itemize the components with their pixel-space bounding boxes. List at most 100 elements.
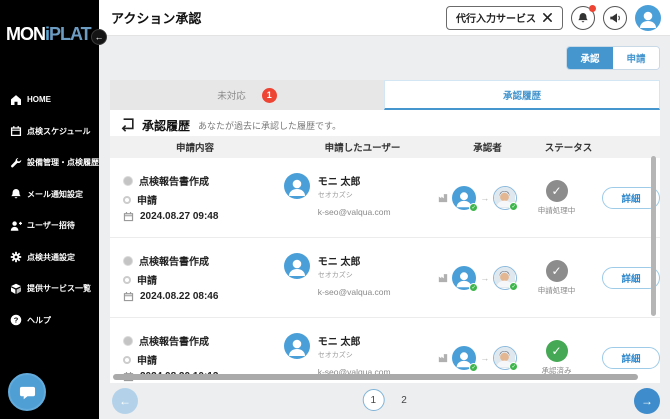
col-header-approver: 承認者 bbox=[445, 140, 530, 154]
status-label: 申請処理中 bbox=[538, 285, 576, 296]
sidebar-item-3[interactable]: メール通知設定 bbox=[0, 179, 99, 211]
notification-bell-button[interactable] bbox=[571, 6, 595, 30]
sidebar-item-label: HOME bbox=[27, 95, 51, 104]
help-icon bbox=[10, 314, 22, 326]
request-type: 申請 bbox=[137, 272, 157, 287]
gear-icon bbox=[10, 251, 22, 263]
prev-page-button[interactable]: ← bbox=[112, 388, 138, 414]
table-header: 申請内容 申請したユーザー 承認者 ステータス bbox=[110, 136, 660, 158]
wrench-icon bbox=[10, 157, 22, 169]
tab-history-label: 承認履歴 bbox=[503, 88, 541, 102]
table-row-1: 点検報告書作成 申請 2024.08.22 08:46 モニ 太郎 セオカズシ … bbox=[110, 238, 660, 318]
cell-approver: ✓ → ✓ bbox=[436, 158, 519, 237]
approved-badge-icon: ✓ bbox=[469, 203, 478, 212]
request-title: 点検報告書作成 bbox=[139, 173, 209, 188]
notification-dot bbox=[589, 5, 596, 12]
chat-icon bbox=[19, 384, 36, 401]
table-body: 点検報告書作成 申請 2024.08.27 09:48 モニ 太郎 セオカズシ … bbox=[110, 158, 660, 383]
request-type: 申請 bbox=[137, 352, 157, 367]
sidebar-item-1[interactable]: 点検スケジュール bbox=[0, 116, 99, 148]
user-name: モニ 太郎 bbox=[318, 173, 391, 188]
col-header-status: ステータス bbox=[530, 140, 607, 154]
approved-badge-icon: ✓ bbox=[509, 202, 518, 211]
sidebar-collapse-button[interactable]: ← bbox=[91, 29, 107, 45]
user-email: k-seo@valqua.com bbox=[318, 287, 391, 297]
proxy-input-service-button[interactable]: 代行入力サービス bbox=[446, 6, 563, 30]
tab-pending-label: 未対応 bbox=[217, 88, 246, 102]
requester-avatar bbox=[284, 173, 310, 199]
cell-request-content: 点検報告書作成 申請 2024.08.27 09:48 bbox=[110, 158, 276, 237]
page-button-1[interactable]: 1 bbox=[362, 389, 384, 411]
approve-apply-toggle: 承認 申請 bbox=[566, 46, 660, 70]
detail-button[interactable]: 詳細 bbox=[602, 347, 660, 369]
sidebar-item-label: メール通知設定 bbox=[27, 189, 83, 200]
request-datetime: 2024.08.27 09:48 bbox=[140, 211, 218, 222]
user-plus-icon bbox=[10, 220, 22, 232]
request-title: 点検報告書作成 bbox=[139, 253, 209, 268]
tools-icon bbox=[542, 12, 553, 23]
flow-arrow-icon: → bbox=[480, 353, 489, 363]
sidebar-item-0[interactable]: HOME bbox=[0, 84, 99, 116]
toggle-option-approve[interactable]: 承認 bbox=[567, 47, 613, 69]
approved-badge-icon: ✓ bbox=[509, 362, 518, 371]
page-title: アクション承認 bbox=[111, 8, 201, 27]
cell-requesting-user: モニ 太郎 セオカズシ k-seo@valqua.com bbox=[276, 238, 437, 317]
section-subtitle: あなたが過去に承認した履歴です。 bbox=[198, 119, 341, 132]
user-avatar-button[interactable] bbox=[635, 5, 661, 31]
calendar-icon bbox=[10, 125, 22, 137]
approver-avatar: ✓ bbox=[452, 266, 476, 290]
toggle-option-apply[interactable]: 申請 bbox=[613, 47, 659, 69]
user-name: モニ 太郎 bbox=[318, 253, 391, 268]
status-label: 申請処理中 bbox=[538, 205, 576, 216]
solid-bullet-icon bbox=[123, 336, 133, 346]
pagination: ← 1 2 → bbox=[99, 383, 670, 419]
sidebar-item-4[interactable]: ユーザー招待 bbox=[0, 210, 99, 242]
solid-bullet-icon bbox=[123, 256, 133, 266]
approver-avatar: ✓ bbox=[452, 186, 476, 210]
bell-icon bbox=[10, 188, 22, 200]
status-check-icon: ✓ bbox=[546, 340, 568, 362]
app-window: MONiPLAT ← HOME 点検スケジュール 設備管理・点検履歴 メール通知… bbox=[0, 0, 670, 419]
sidebar-item-label: ヘルプ bbox=[27, 315, 51, 326]
tab-bar: 未対応 1 承認履歴 bbox=[110, 80, 660, 110]
horizontal-scrollbar[interactable] bbox=[113, 374, 638, 380]
organization-icon bbox=[438, 353, 448, 363]
page-button-2[interactable]: 2 bbox=[401, 395, 407, 406]
sidebar-item-label: 設備管理・点検履歴 bbox=[27, 157, 99, 168]
approved-badge-icon: ✓ bbox=[469, 283, 478, 292]
chat-bubble-button[interactable] bbox=[8, 373, 46, 411]
app-logo[interactable]: MONiPLAT bbox=[0, 0, 99, 45]
final-approver-avatar: ✓ bbox=[493, 266, 517, 290]
tab-pending[interactable]: 未対応 1 bbox=[110, 80, 384, 110]
user-kana: セオカズシ bbox=[318, 190, 391, 200]
sidebar-item-6[interactable]: 提供サービス一覧 bbox=[0, 273, 99, 305]
organization-icon bbox=[438, 193, 448, 203]
person-icon bbox=[636, 7, 660, 31]
request-type: 申請 bbox=[137, 192, 157, 207]
prev-arrow-icon: ← bbox=[119, 394, 131, 408]
cell-request-content: 点検報告書作成 申請 2024.08.22 08:46 bbox=[110, 238, 276, 317]
sidebar-item-2[interactable]: 設備管理・点検履歴 bbox=[0, 147, 99, 179]
next-page-button[interactable]: → bbox=[634, 388, 660, 414]
sidebar-item-7[interactable]: ヘルプ bbox=[0, 305, 99, 337]
status-check-icon: ✓ bbox=[546, 260, 568, 282]
sidebar-item-label: ユーザー招待 bbox=[27, 220, 75, 231]
sidebar-menu: HOME 点検スケジュール 設備管理・点検履歴 メール通知設定 ユーザー招待 点… bbox=[0, 84, 99, 336]
vertical-scrollbar[interactable] bbox=[651, 156, 656, 316]
cell-status: ✓ 申請処理中 bbox=[519, 238, 594, 317]
sidebar-item-5[interactable]: 点検共通設定 bbox=[0, 242, 99, 274]
top-header: アクション承認 代行入力サービス bbox=[99, 0, 670, 36]
section-title: 承認履歴 bbox=[142, 117, 190, 134]
ring-bullet-icon bbox=[123, 356, 131, 364]
ring-bullet-icon bbox=[123, 276, 131, 284]
next-arrow-icon: → bbox=[641, 394, 653, 408]
home-icon bbox=[10, 94, 22, 106]
announcements-button[interactable] bbox=[603, 6, 627, 30]
tab-approval-history[interactable]: 承認履歴 bbox=[384, 80, 660, 110]
history-icon bbox=[120, 118, 134, 132]
request-datetime: 2024.08.22 08:46 bbox=[140, 291, 218, 302]
collapse-arrow-icon: ← bbox=[95, 32, 104, 42]
flow-arrow-icon: → bbox=[480, 273, 489, 283]
approved-badge-icon: ✓ bbox=[509, 282, 518, 291]
approver-avatar: ✓ bbox=[452, 346, 476, 370]
